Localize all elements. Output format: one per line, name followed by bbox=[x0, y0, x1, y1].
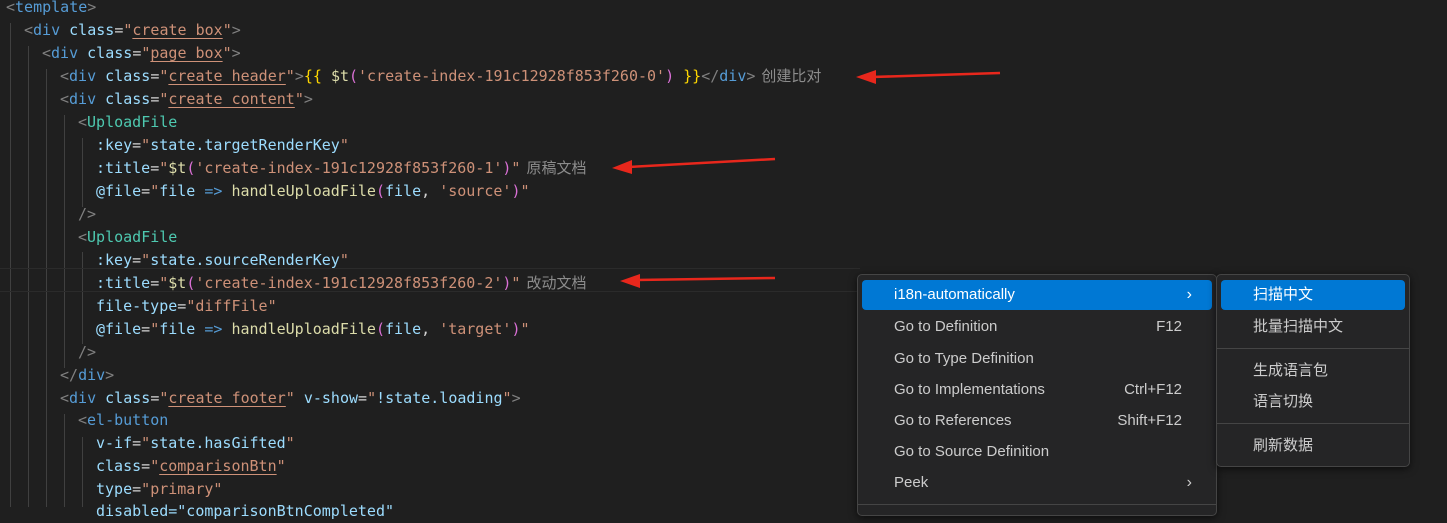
code-line[interactable]: <UploadFile bbox=[78, 111, 177, 134]
menu-separator bbox=[1217, 348, 1409, 349]
menu-item-label: 语言切换 bbox=[1253, 393, 1314, 410]
code-line[interactable]: <div class="page_box"> bbox=[42, 42, 241, 65]
code-line[interactable]: :key="state.targetRenderKey" bbox=[96, 134, 349, 157]
code-line[interactable]: /> bbox=[78, 203, 96, 226]
menu-item-go-to-references[interactable]: Go to References Shift+F12 bbox=[862, 406, 1212, 436]
code-line[interactable]: <UploadFile bbox=[78, 226, 177, 249]
menu-item-label: Go to Source Definition bbox=[894, 443, 1050, 460]
i18n-inline-hint: 改动文档 bbox=[526, 274, 587, 292]
code-line[interactable]: <div class="create_box"> bbox=[24, 19, 241, 42]
menu-item-label: Peek bbox=[894, 474, 929, 491]
menu-item-go-to-implementations[interactable]: Go to Implementations Ctrl+F12 bbox=[862, 375, 1212, 405]
code-line[interactable]: <div class="create_content"> bbox=[60, 88, 313, 111]
submenu-item-switch-language[interactable]: 语言切换 bbox=[1221, 387, 1405, 417]
menu-item-go-to-definition[interactable]: Go to Definition F12 bbox=[862, 312, 1212, 342]
i18n-inline-hint: 原稿文档 bbox=[526, 159, 587, 177]
indent-guide bbox=[64, 115, 65, 368]
code-line[interactable]: class="comparisonBtn" bbox=[96, 455, 286, 478]
code-line[interactable]: @file="file => handleUploadFile(file, 's… bbox=[96, 180, 530, 203]
menu-item-label: Go to Type Definition bbox=[894, 350, 1034, 367]
code-line[interactable]: v-if="state.hasGifted" bbox=[96, 432, 295, 455]
chevron-right-icon: › bbox=[1186, 474, 1192, 491]
menu-item-label: i18n-automatically bbox=[894, 286, 1015, 303]
i18n-inline-hint: 创建比对 bbox=[761, 67, 822, 85]
submenu-item-refresh-data[interactable]: 刷新数据 bbox=[1221, 431, 1405, 461]
keyboard-shortcut: Ctrl+F12 bbox=[1124, 381, 1182, 398]
indent-guide bbox=[64, 414, 65, 507]
annotation-arrow bbox=[856, 70, 1001, 84]
menu-item-label: Go to References bbox=[894, 412, 1012, 429]
code-line[interactable]: :key="state.sourceRenderKey" bbox=[96, 249, 349, 272]
menu-item-label: Go to Implementations bbox=[894, 381, 1045, 398]
context-menu: i18n-automatically › Go to Definition F1… bbox=[857, 274, 1217, 516]
code-line[interactable]: @file="file => handleUploadFile(file, 't… bbox=[96, 318, 530, 341]
code-line[interactable]: <template> bbox=[6, 0, 96, 19]
code-line[interactable]: :title="$t('create-index-191c12928f853f2… bbox=[96, 157, 586, 180]
code-line[interactable]: <div class="create_header">{{ $t('create… bbox=[60, 65, 821, 88]
menu-item-go-to-source-definition[interactable]: Go to Source Definition bbox=[862, 437, 1212, 467]
menu-separator bbox=[858, 504, 1216, 505]
indent-guide bbox=[82, 138, 83, 207]
menu-item-go-to-type-definition[interactable]: Go to Type Definition bbox=[862, 344, 1212, 374]
menu-separator bbox=[1217, 423, 1409, 424]
menu-item-label: 生成语言包 bbox=[1253, 362, 1329, 379]
i18n-submenu: 扫描中文 批量扫描中文 生成语言包 语言切换 刷新数据 bbox=[1216, 274, 1410, 467]
code-line[interactable]: <el-button bbox=[78, 409, 168, 432]
code-line[interactable]: /> bbox=[78, 341, 96, 364]
menu-item-label: 批量扫描中文 bbox=[1253, 318, 1344, 335]
submenu-item-batch-scan-chinese[interactable]: 批量扫描中文 bbox=[1221, 312, 1405, 342]
menu-item-label: 刷新数据 bbox=[1253, 437, 1314, 454]
menu-item-label: Go to Definition bbox=[894, 318, 998, 335]
submenu-item-scan-chinese[interactable]: 扫描中文 bbox=[1221, 280, 1405, 310]
submenu-item-generate-language-pack[interactable]: 生成语言包 bbox=[1221, 356, 1405, 386]
code-line[interactable]: <div class="create_footer" v-show="!stat… bbox=[60, 387, 521, 410]
menu-item-peek[interactable]: Peek › bbox=[862, 468, 1212, 498]
indent-guide bbox=[82, 437, 83, 507]
code-line[interactable]: disabled="comparisonBtnCompleted" bbox=[96, 500, 394, 523]
code-line[interactable]: file-type="diffFile" bbox=[96, 295, 277, 318]
keyboard-shortcut: F12 bbox=[1156, 318, 1182, 335]
indent-guide bbox=[82, 252, 83, 344]
code-line[interactable]: </div> bbox=[60, 364, 114, 387]
keyboard-shortcut: Shift+F12 bbox=[1117, 412, 1182, 429]
code-line[interactable]: :title="$t('create-index-191c12928f853f2… bbox=[96, 272, 586, 295]
annotation-arrow bbox=[612, 157, 776, 174]
indent-guide bbox=[10, 23, 11, 507]
chevron-right-icon: › bbox=[1186, 286, 1192, 303]
menu-item-i18n-automatically[interactable]: i18n-automatically › bbox=[862, 280, 1212, 310]
code-line[interactable]: type="primary" bbox=[96, 478, 222, 501]
menu-item-label: 扫描中文 bbox=[1253, 286, 1314, 303]
